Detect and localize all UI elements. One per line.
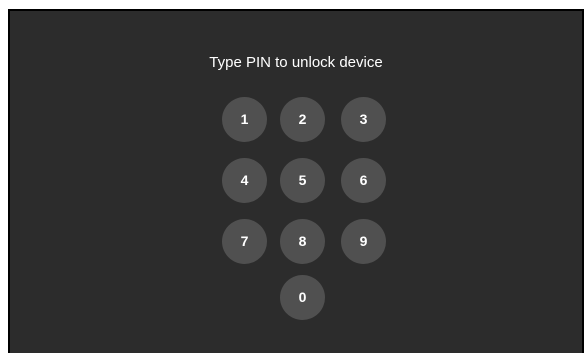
pin-key-6[interactable]: 6 [341,158,386,203]
pin-key-5[interactable]: 5 [280,158,325,203]
pin-key-2[interactable]: 2 [280,97,325,142]
pin-key-4[interactable]: 4 [222,158,267,203]
unlock-prompt: Type PIN to unlock device [209,54,383,71]
pin-key-3[interactable]: 3 [341,97,386,142]
lock-screen: Type PIN to unlock device 1 2 3 4 5 6 7 … [8,9,584,353]
pin-key-1[interactable]: 1 [222,97,267,142]
pin-key-9[interactable]: 9 [341,219,386,264]
pin-key-7[interactable]: 7 [222,219,267,264]
pin-key-0[interactable]: 0 [280,275,325,320]
pin-key-8[interactable]: 8 [280,219,325,264]
